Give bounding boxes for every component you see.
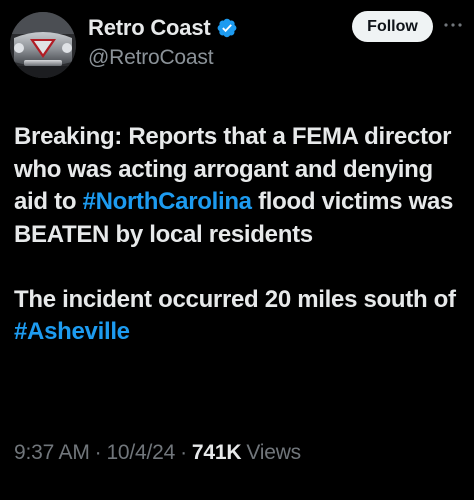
tweet: Retro Coast @RetroCoast Follow Breaking:… [0, 0, 474, 500]
author-name-row: Retro Coast [88, 13, 238, 43]
tweet-time[interactable]: 9:37 AM [14, 441, 90, 465]
avatar[interactable] [10, 12, 76, 78]
author-handle[interactable]: @RetroCoast [88, 46, 214, 70]
more-horizontal-icon[interactable] [441, 13, 465, 37]
hashtag-link-northcarolina[interactable]: #NorthCarolina [83, 188, 252, 215]
views-count[interactable]: 741K [192, 441, 242, 465]
author-display-name[interactable]: Retro Coast [88, 15, 211, 41]
tweet-meta: 9:37 AM · 10/4/24 · 741K Views [14, 441, 301, 465]
views-label: Views [246, 441, 301, 464]
follow-button[interactable]: Follow [352, 11, 433, 42]
tweet-paragraph: Breaking: Reports that a FEMA director w… [14, 121, 466, 251]
verified-badge-icon [217, 18, 236, 38]
avatar-image [10, 12, 76, 78]
tweet-date[interactable]: 10/4/24 [106, 441, 175, 465]
tweet-text-segment: The incident occurred 20 miles south of [14, 285, 456, 313]
tweet-text: Breaking: Reports that a FEMA director w… [14, 121, 466, 349]
meta-separator: · [180, 441, 187, 464]
tweet-paragraph: The incident occurred 20 miles south of … [14, 284, 466, 349]
hashtag-link-asheville[interactable]: #Asheville [14, 318, 130, 345]
meta-separator: · [94, 441, 102, 464]
